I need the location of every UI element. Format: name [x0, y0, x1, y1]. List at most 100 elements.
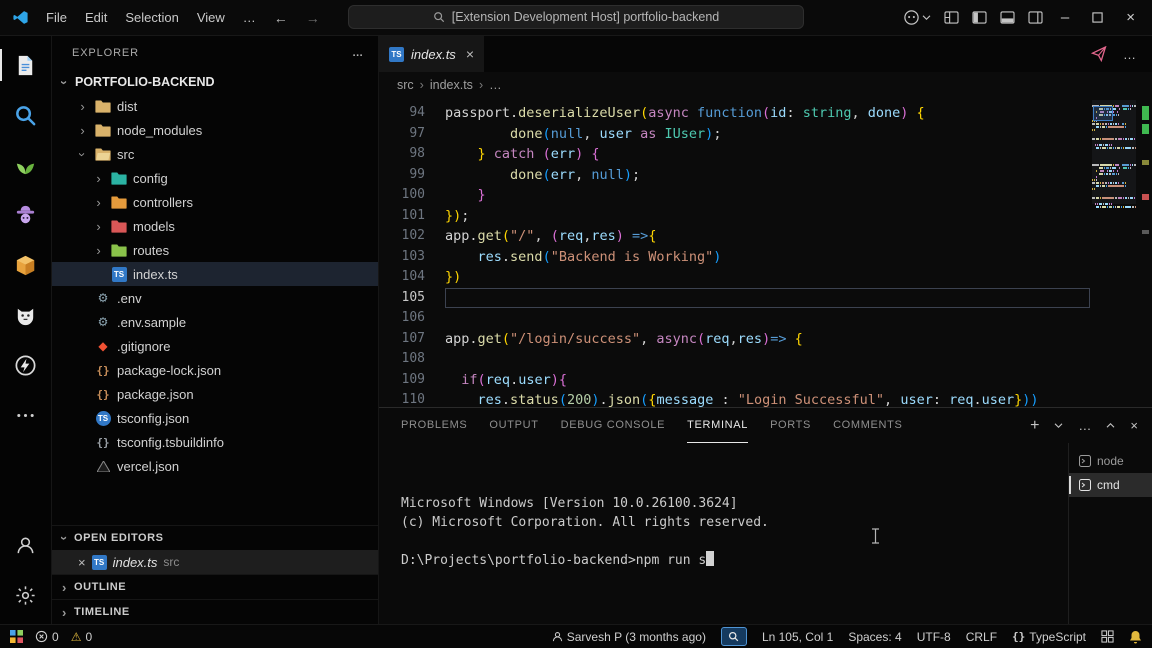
code-line-97[interactable]: 97 done(null, user as IUser);: [379, 124, 1090, 145]
activity-item-cat[interactable]: [0, 290, 52, 340]
section-open-editors[interactable]: › OPEN EDITORS: [52, 525, 378, 550]
eol-status[interactable]: CRLF: [966, 630, 997, 644]
close-icon[interactable]: ×: [466, 46, 474, 62]
more-actions-icon[interactable]: …: [1078, 418, 1091, 433]
tree-item-index-ts[interactable]: TSindex.ts: [52, 262, 378, 286]
toggle-secondary-sidebar-icon[interactable]: [1028, 11, 1043, 24]
tree-item--env[interactable]: ⚙.env: [52, 286, 378, 310]
panel-tab-terminal[interactable]: TERMINAL: [687, 408, 748, 443]
menu-overflow[interactable]: …: [234, 10, 265, 25]
terminal[interactable]: Microsoft Windows [Version 10.0.26100.36…: [379, 443, 1068, 624]
panel-tab-output[interactable]: OUTPUT: [489, 408, 538, 443]
tree-item-models[interactable]: ›models: [52, 214, 378, 238]
activity-item-source-control-plant[interactable]: [0, 140, 52, 190]
panel-tab-ports[interactable]: PORTS: [770, 408, 811, 443]
code-line-106[interactable]: 106: [379, 308, 1090, 329]
tree-item-src[interactable]: ›src: [52, 142, 378, 166]
breadcrumb[interactable]: src›index.ts›…: [379, 72, 1152, 98]
more-actions-icon[interactable]: …: [1123, 47, 1136, 62]
tree-item-vercel-json[interactable]: vercel.json: [52, 454, 378, 478]
menu-view[interactable]: View: [188, 10, 234, 25]
activity-item-explorer[interactable]: [0, 40, 52, 90]
encoding-status[interactable]: UTF-8: [917, 630, 951, 644]
forward-icon[interactable]: →: [297, 10, 329, 26]
section-timeline[interactable]: › TIMELINE: [52, 599, 378, 624]
terminal-dropdown-icon[interactable]: [1054, 422, 1063, 429]
send-request-icon[interactable]: [1091, 46, 1107, 62]
code-line-109[interactable]: 109 if(req.user){: [379, 370, 1090, 391]
breadcrumb-item[interactable]: src: [397, 78, 414, 92]
tree-item-dist[interactable]: ›dist: [52, 94, 378, 118]
status-logo-icon[interactable]: [10, 630, 23, 643]
code-line-102[interactable]: 102app.get("/", (req,res) =>{: [379, 226, 1090, 247]
copilot-menu-icon[interactable]: [903, 9, 931, 26]
close-icon[interactable]: ×: [78, 555, 86, 570]
activity-item-search[interactable]: [0, 90, 52, 140]
section-outline[interactable]: › OUTLINE: [52, 574, 378, 599]
code-line-103[interactable]: 103 res.send("Backend is Working"): [379, 247, 1090, 268]
close-panel-icon[interactable]: ×: [1130, 418, 1138, 433]
panel-tab-comments[interactable]: COMMENTS: [833, 408, 902, 443]
code-line-98[interactable]: 98 } catch (err) {: [379, 144, 1090, 165]
menu-edit[interactable]: Edit: [76, 10, 116, 25]
tree-item--env-sample[interactable]: ⚙.env.sample: [52, 310, 378, 334]
tree-root-portfolio-backend[interactable]: › PORTFOLIO-BACKEND: [52, 70, 378, 94]
code-line-107[interactable]: 107app.get("/login/success", async(req,r…: [379, 329, 1090, 350]
tree-item-config[interactable]: ›config: [52, 166, 378, 190]
activity-item-thunder-client[interactable]: [0, 340, 52, 390]
tab-index-ts[interactable]: TS index.ts ×: [379, 36, 484, 72]
toggle-sidebar-icon[interactable]: [972, 11, 987, 24]
menu-file[interactable]: File: [37, 10, 76, 25]
activity-item-agent[interactable]: [0, 190, 52, 240]
toggle-panel-icon[interactable]: [1000, 11, 1015, 24]
breadcrumb-item[interactable]: index.ts: [430, 78, 473, 92]
cursor-position-status[interactable]: Ln 105, Col 1: [762, 630, 833, 644]
notifications-bell-icon[interactable]: [1129, 630, 1142, 644]
code-line-100[interactable]: 100 }: [379, 185, 1090, 206]
more-actions-icon[interactable]: …: [352, 47, 364, 59]
code-line-104[interactable]: 104}): [379, 267, 1090, 288]
maximize-panel-icon[interactable]: [1106, 422, 1115, 429]
panel-tab-problems[interactable]: PROBLEMS: [401, 408, 467, 443]
terminal-instance-node[interactable]: node: [1069, 449, 1152, 473]
new-terminal-icon[interactable]: +: [1030, 418, 1039, 434]
layout-grid-icon[interactable]: [944, 11, 959, 24]
language-status[interactable]: {} TypeScript: [1012, 630, 1086, 644]
tree-item-routes[interactable]: ›routes: [52, 238, 378, 262]
panel-tab-debug-console[interactable]: DEBUG CONSOLE: [561, 408, 666, 443]
code-line-105[interactable]: 105: [379, 288, 1090, 309]
tree-item-controllers[interactable]: ›controllers: [52, 190, 378, 214]
errors-indicator[interactable]: 0: [35, 630, 59, 644]
terminal-instance-cmd[interactable]: cmd: [1069, 473, 1152, 497]
indentation-status[interactable]: Spaces: 4: [848, 630, 901, 644]
close-window-button[interactable]: ×: [1121, 9, 1140, 26]
code-line-99[interactable]: 99 done(err, null);: [379, 165, 1090, 186]
back-icon[interactable]: ←: [265, 10, 297, 26]
open-editor-item-index-ts[interactable]: × TS index.ts src: [52, 550, 378, 574]
activity-item-more[interactable]: [0, 390, 52, 440]
activity-item-package-box[interactable]: [0, 240, 52, 290]
git-blame-status[interactable]: Sarvesh P (3 months ago): [552, 630, 706, 644]
tree-item-tsconfig-json[interactable]: TStsconfig.json: [52, 406, 378, 430]
menu-selection[interactable]: Selection: [116, 10, 187, 25]
tree-item-node-modules[interactable]: ›node_modules: [52, 118, 378, 142]
code-line-110[interactable]: 110 res.status(200).json({message : "Log…: [379, 390, 1090, 407]
breadcrumb-item[interactable]: …: [489, 78, 502, 92]
feedback-icon[interactable]: [1101, 630, 1114, 643]
activity-item-settings-gear[interactable]: [0, 570, 52, 620]
code-line-101[interactable]: 101});: [379, 206, 1090, 227]
code-line-108[interactable]: 108: [379, 349, 1090, 370]
zoom-indicator[interactable]: [721, 627, 747, 646]
maximize-button[interactable]: [1087, 12, 1108, 23]
tree-item-package-json[interactable]: {}package.json: [52, 382, 378, 406]
warnings-indicator[interactable]: ⚠ 0: [71, 630, 92, 644]
code-line-94[interactable]: 94passport.deserializeUser(async functio…: [379, 103, 1090, 124]
tree-item-package-lock-json[interactable]: {}package-lock.json: [52, 358, 378, 382]
tree-item--gitignore[interactable]: ◆.gitignore: [52, 334, 378, 358]
minimize-button[interactable]: –: [1056, 9, 1074, 26]
tree-item-tsconfig-tsbuildinfo[interactable]: {}tsconfig.tsbuildinfo: [52, 430, 378, 454]
code-editor[interactable]: 94passport.deserializeUser(async functio…: [379, 98, 1152, 407]
activity-item-accounts[interactable]: [0, 520, 52, 570]
command-center[interactable]: [Extension Development Host] portfolio-b…: [348, 5, 804, 29]
minimap[interactable]: [1092, 100, 1136, 407]
